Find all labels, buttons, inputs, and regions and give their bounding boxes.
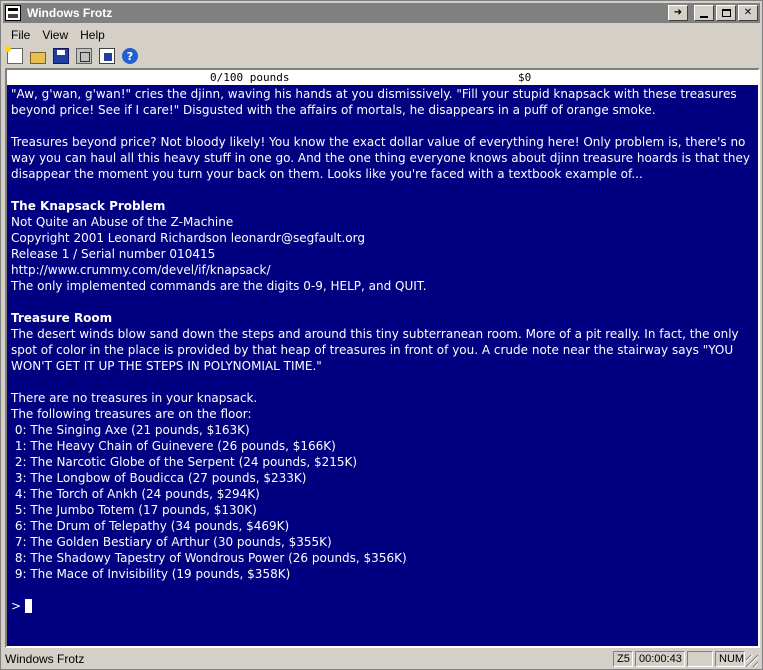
room-title: Treasure Room [11, 311, 113, 325]
room-description: The desert winds blow sand down the step… [11, 327, 743, 373]
copyright-line: Copyright 2001 Leonard Richardson leonar… [11, 231, 365, 245]
maximize-icon [721, 9, 731, 17]
title-buttons: ➜ ✕ [666, 5, 758, 21]
game-title: The Knapsack Problem [11, 199, 166, 213]
prompt-symbol: > [11, 599, 22, 613]
text-cursor[interactable] [25, 599, 33, 613]
weight-counter: 0/100 pounds [210, 71, 290, 84]
command-prompt[interactable]: > [11, 598, 756, 614]
close-icon: ✕ [743, 7, 753, 18]
zmachine-version: Z5 [613, 651, 633, 667]
treasure-item: 0: The Singing Axe (21 pounds, $163K) [11, 423, 250, 437]
game-url: http://www.crummy.com/devel/if/knapsack/ [11, 263, 271, 277]
minimize-button[interactable] [694, 5, 714, 21]
intro-paragraph-2: Treasures beyond price? Not bloody likel… [11, 135, 754, 181]
save-disk-icon[interactable] [53, 48, 69, 64]
game-subtitle: Not Quite an Abuse of the Z-Machine [11, 215, 234, 229]
treasure-item: 6: The Drum of Telepathy (34 pounds, $46… [11, 519, 290, 533]
game-window[interactable]: 0/100 pounds $0 "Aw, g'wan, g'wan!" crie… [5, 68, 760, 648]
status-bar: Windows Frotz Z5 00:00:43 NUM [3, 650, 760, 668]
menu-bar: File View Help [5, 26, 111, 44]
open-folder-icon[interactable] [30, 52, 46, 64]
statusbar-empty-panel [687, 651, 713, 667]
game-status-line: 0/100 pounds $0 [7, 70, 758, 85]
menu-help[interactable]: Help [74, 28, 111, 42]
release-line: Release 1 / Serial number 010415 [11, 247, 216, 261]
elapsed-time: 00:00:43 [635, 651, 685, 667]
treasure-item: 7: The Golden Bestiary of Arthur (30 pou… [11, 535, 332, 549]
close-button[interactable]: ✕ [738, 5, 758, 21]
restore-arrow-button[interactable]: ➜ [668, 5, 688, 21]
treasure-item: 3: The Longbow of Boudicca (27 pounds, $… [11, 471, 307, 485]
treasure-item: 4: The Torch of Ankh (24 pounds, $294K) [11, 487, 260, 501]
intro-paragraph-1: "Aw, g'wan, g'wan!" cries the djinn, wav… [11, 87, 741, 117]
treasure-item: 1: The Heavy Chain of Guinevere (26 poun… [11, 439, 336, 453]
toolbar: ? [5, 46, 145, 66]
story-text: "Aw, g'wan, g'wan!" cries the djinn, wav… [11, 86, 756, 614]
knapsack-status: There are no treasures in your knapsack. [11, 391, 258, 405]
new-game-icon[interactable] [5, 46, 23, 64]
title-bar[interactable]: Windows Frotz ➜ ✕ [3, 3, 760, 23]
menu-view[interactable]: View [36, 28, 74, 42]
menu-file[interactable]: File [5, 28, 36, 42]
window-title: Windows Frotz [27, 6, 113, 20]
commands-line: The only implemented commands are the di… [11, 279, 427, 293]
frotz-app-icon[interactable] [5, 5, 21, 21]
treasure-item: 2: The Narcotic Globe of the Serpent (24… [11, 455, 358, 469]
resize-grip-icon[interactable] [746, 655, 758, 667]
app-window: Windows Frotz ➜ ✕ File View Help ? 0/100… [0, 0, 763, 670]
copy-window-icon[interactable] [99, 48, 115, 64]
help-icon[interactable]: ? [122, 48, 138, 64]
num-lock-indicator: NUM [715, 651, 745, 667]
options-icon[interactable] [76, 48, 92, 64]
treasure-item: 9: The Mace of Invisibility (19 pounds, … [11, 567, 291, 581]
treasure-item: 8: The Shadowy Tapestry of Wondrous Powe… [11, 551, 407, 565]
maximize-button[interactable] [716, 5, 736, 21]
minimize-icon [700, 16, 708, 18]
statusbar-app-name: Windows Frotz [5, 652, 85, 666]
treasure-item: 5: The Jumbo Totem (17 pounds, $130K) [11, 503, 257, 517]
floor-header: The following treasures are on the floor… [11, 407, 252, 421]
money-counter: $0 [518, 71, 532, 84]
